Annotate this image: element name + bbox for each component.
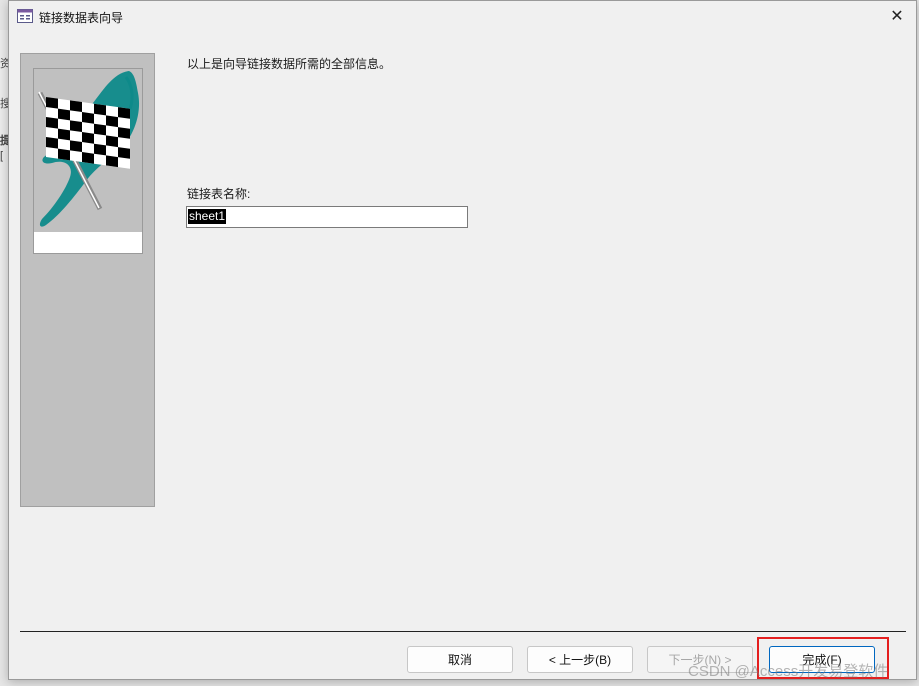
title-bar[interactable]: 链接数据表向导 ✕	[9, 1, 916, 31]
next-button: 下一步(N) >	[647, 646, 753, 673]
close-icon: ✕	[890, 8, 904, 25]
wizard-side-panel	[20, 53, 155, 507]
checkered-flag-icon	[37, 71, 140, 227]
image-caption-strip	[34, 232, 142, 253]
cancel-button[interactable]: 取消	[407, 646, 513, 673]
linked-table-name-input[interactable]: sheet1	[186, 206, 468, 228]
finish-button[interactable]: 完成(F)	[769, 646, 875, 673]
finish-flag-image	[33, 68, 143, 254]
close-button[interactable]: ✕	[878, 1, 916, 31]
selected-text: sheet1	[188, 209, 227, 224]
wizard-info-text: 以上是向导链接数据所需的全部信息。	[187, 57, 392, 71]
back-button[interactable]: < 上一步(B)	[527, 646, 633, 673]
background-fragment: [	[0, 150, 4, 162]
link-table-wizard-dialog: 链接数据表向导 ✕ 以上是向导链接数据所需的全部信息。 链接表名称: sheet…	[8, 0, 917, 680]
access-form-icon	[17, 9, 33, 23]
button-separator	[20, 631, 906, 632]
linked-table-name-label: 链接表名称:	[187, 187, 251, 201]
window-title: 链接数据表向导	[39, 11, 124, 25]
